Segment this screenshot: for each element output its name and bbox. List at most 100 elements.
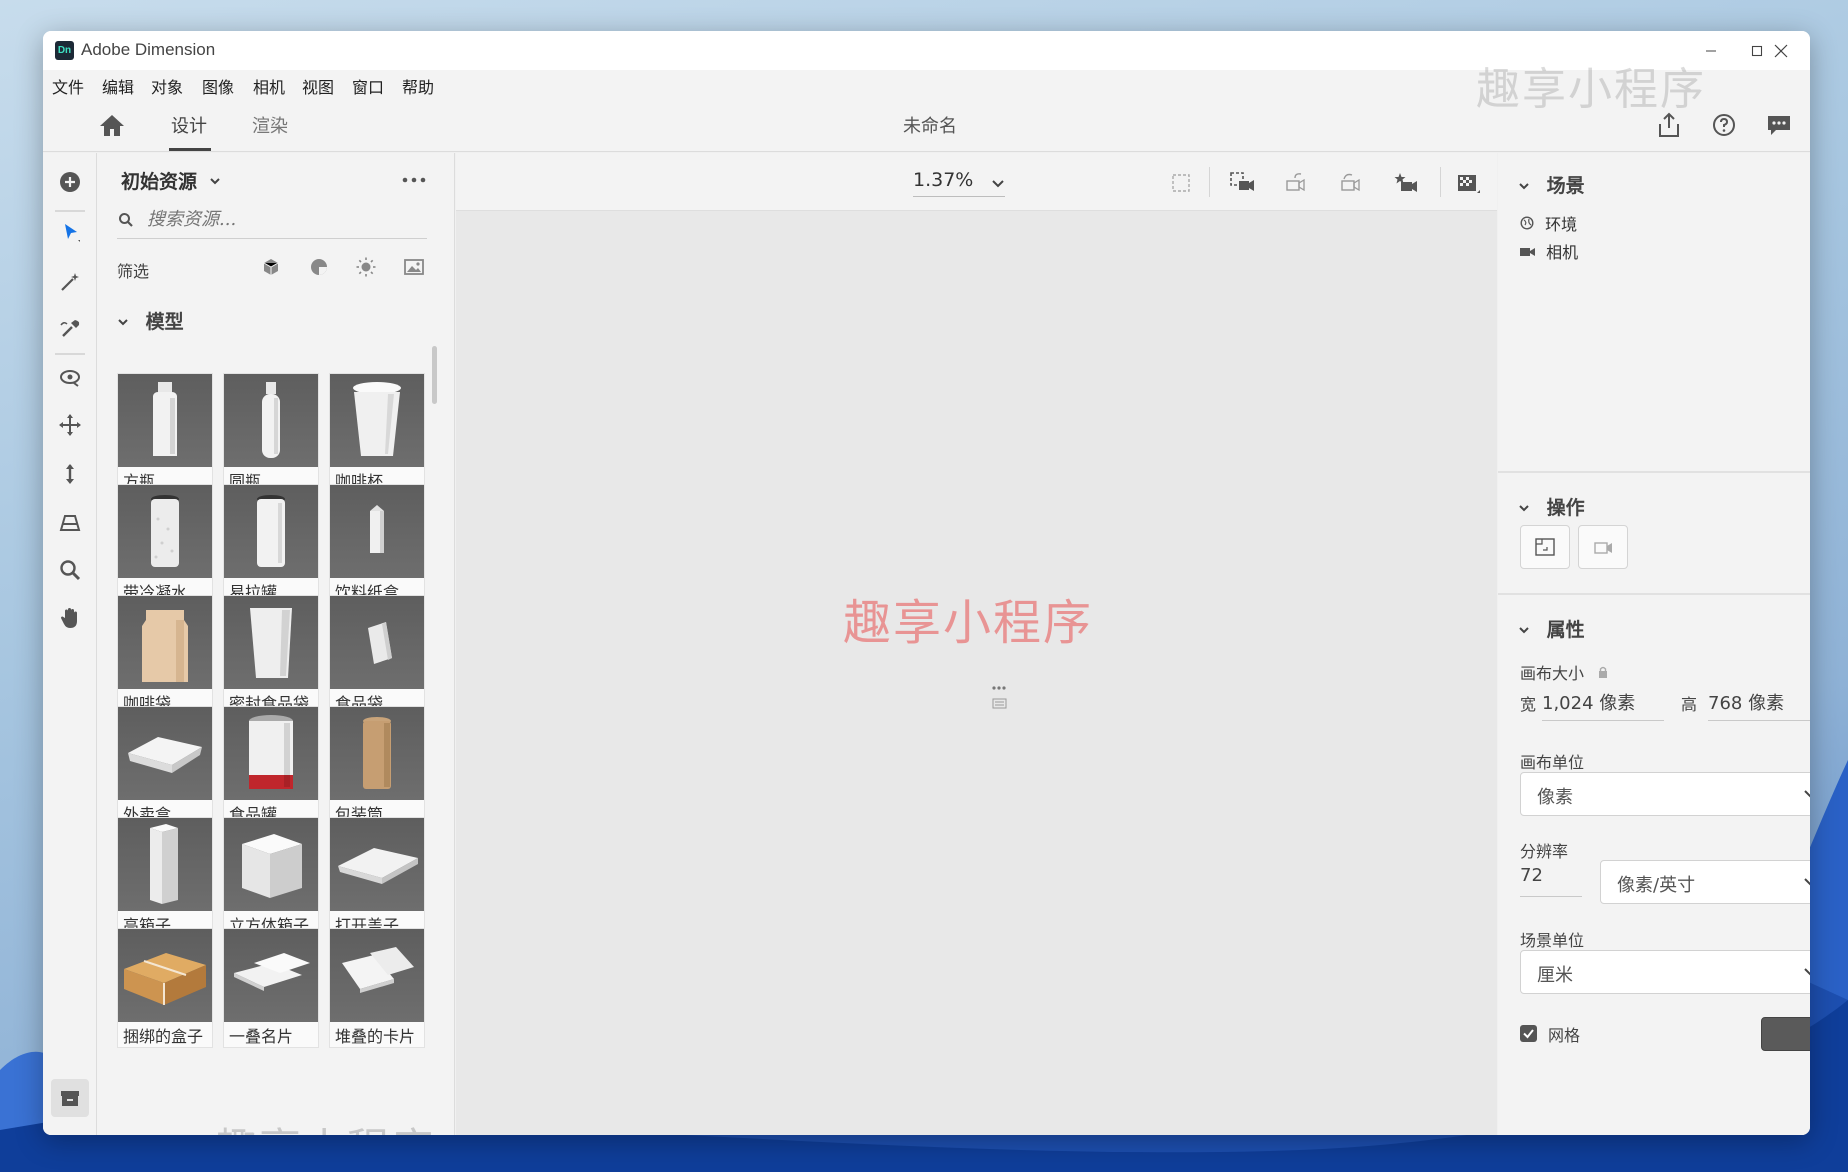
video-camera-icon [1520, 248, 1535, 256]
asset-card[interactable]: 一叠名片 [223, 928, 319, 1048]
eyedropper-tool[interactable] [51, 310, 89, 348]
close-window-button[interactable] [1752, 31, 1809, 70]
asset-card[interactable]: 食品罐 [223, 706, 319, 826]
menu-help[interactable]: 帮助 [402, 74, 434, 98]
asset-card[interactable]: 咖啡杯 [329, 373, 425, 493]
menu-window[interactable]: 窗口 [352, 74, 384, 98]
top-watermark: 趣享小程序 [1476, 64, 1706, 115]
business-cards-thumbnail [224, 929, 318, 1022]
menu-image[interactable]: 图像 [202, 74, 234, 98]
home-button[interactable] [97, 110, 127, 140]
select-tool[interactable] [51, 213, 89, 251]
scene-unit-value: 厘米 [1537, 965, 1573, 986]
magic-wand-icon [61, 273, 79, 291]
asset-card[interactable]: 密封食品袋 [223, 595, 319, 715]
asset-card[interactable]: 方瓶 [117, 373, 213, 493]
magic-wand-tool[interactable] [51, 263, 89, 301]
orbit-tool[interactable] [51, 359, 89, 397]
archive-box-icon [61, 1091, 79, 1106]
height-field[interactable]: 768 像素 [1708, 685, 1810, 721]
undo-camera-button[interactable] [1281, 169, 1311, 197]
resolution-unit-select[interactable]: 像素/英寸 [1600, 860, 1810, 904]
render-preview-button[interactable] [1453, 169, 1483, 197]
filter-materials-button[interactable] [307, 255, 331, 279]
camera-back-icon [1286, 173, 1305, 192]
menu-view[interactable]: 视图 [302, 74, 334, 98]
actions-section-header[interactable]: 操作 [1518, 493, 1585, 520]
filter-images-button[interactable] [402, 255, 426, 279]
asset-card[interactable]: 打开盖子... [329, 817, 425, 937]
assets-source-dropdown[interactable]: 初始资源 [121, 167, 222, 194]
menu-object[interactable]: 对象 [151, 74, 183, 98]
match-image-button[interactable] [1578, 525, 1628, 569]
zoom-dropdown[interactable]: 1.37% [913, 169, 1005, 197]
assets-header-label: 初始资源 [121, 171, 198, 193]
assets-panel: 初始资源 筛选 模型 方瓶 [97, 153, 455, 1135]
hand-tool[interactable] [51, 599, 89, 637]
globe-icon [1520, 216, 1534, 230]
tab-design[interactable]: 设计 [171, 112, 207, 138]
filter-models-button[interactable] [259, 255, 283, 279]
asset-search-input[interactable] [147, 205, 417, 233]
canvas-unit-value: 像素 [1537, 787, 1573, 808]
home-icon [100, 115, 124, 136]
properties-section-header[interactable]: 属性 [1518, 615, 1585, 642]
add-content-button[interactable] [51, 163, 89, 201]
tab-render[interactable]: 渲染 [252, 112, 288, 138]
help-icon [1713, 114, 1735, 136]
toolbar-divider [1209, 167, 1210, 197]
asset-card[interactable]: 咖啡袋 [117, 595, 213, 715]
chevron-down-icon [1804, 968, 1810, 976]
chevron-down-icon [1519, 627, 1529, 634]
tool-rail [43, 153, 97, 1135]
filter-lights-button[interactable] [354, 255, 378, 279]
perspective-tool[interactable] [51, 503, 89, 541]
camera-to-view-button[interactable] [1227, 169, 1257, 197]
assets-more-button[interactable] [399, 165, 429, 195]
scene-item-camera[interactable]: 相机 [1520, 239, 1578, 263]
fit-canvas-button[interactable] [1520, 525, 1570, 569]
dolly-tool[interactable] [51, 455, 89, 493]
feedback-icon [1768, 116, 1790, 135]
app-window: Dn Adobe Dimension 文件 编辑 对象 图像 相机 视图 窗口 … [43, 31, 1810, 1135]
scene-item-environment[interactable]: 环境 [1520, 211, 1577, 235]
frame-selection-button[interactable] [1166, 169, 1196, 197]
scene-section-header[interactable]: 场景 [1518, 171, 1585, 198]
asset-card[interactable]: 外卖盒 [117, 706, 213, 826]
section-divider [1498, 593, 1810, 595]
move-arrows-icon [59, 414, 81, 436]
asset-card[interactable]: 带冷凝水... [117, 484, 213, 604]
bookmark-camera-button[interactable] [1391, 169, 1421, 197]
help-button[interactable] [1709, 110, 1739, 140]
library-button[interactable] [51, 1079, 89, 1117]
asset-card[interactable]: 圆瓶 [223, 373, 319, 493]
resolution-field[interactable]: 72 [1520, 859, 1582, 897]
actions-section-label: 操作 [1546, 497, 1585, 519]
asset-card[interactable]: 包装筒 [329, 706, 425, 826]
move-tool[interactable] [51, 406, 89, 444]
canvas-object-handle[interactable] [986, 677, 1012, 709]
asset-card[interactable]: 堆叠的卡片 [329, 928, 425, 1048]
asset-card[interactable]: 饮料纸盒 [329, 484, 425, 604]
grid-checkbox[interactable] [1520, 1025, 1537, 1042]
scene-unit-select[interactable]: 厘米 [1520, 950, 1810, 994]
canvas-unit-select[interactable]: 像素 [1520, 772, 1810, 816]
grid-color-swatch[interactable] [1761, 1017, 1810, 1051]
asset-card[interactable]: 高箱子 [117, 817, 213, 937]
asset-card[interactable]: 捆绑的盒子 [117, 928, 213, 1048]
menu-file[interactable]: 文件 [52, 74, 84, 98]
feedback-button[interactable] [1764, 110, 1794, 140]
models-section-header[interactable]: 模型 [117, 307, 184, 334]
menu-edit[interactable]: 编辑 [102, 74, 134, 98]
width-field[interactable]: 1,024 像素 [1542, 685, 1664, 721]
menu-camera[interactable]: 相机 [253, 74, 285, 98]
asset-card[interactable]: 易拉罐 [223, 484, 319, 604]
redo-camera-button[interactable] [1336, 169, 1366, 197]
asset-card[interactable]: 立方体箱子 [223, 817, 319, 937]
zoom-tool[interactable] [51, 551, 89, 589]
asset-card[interactable]: 食品袋 [329, 595, 425, 715]
magnifier-icon [60, 560, 81, 581]
chevron-down-icon [1804, 878, 1810, 886]
window-title: Adobe Dimension [81, 40, 216, 59]
assets-scrollbar[interactable] [432, 346, 437, 404]
